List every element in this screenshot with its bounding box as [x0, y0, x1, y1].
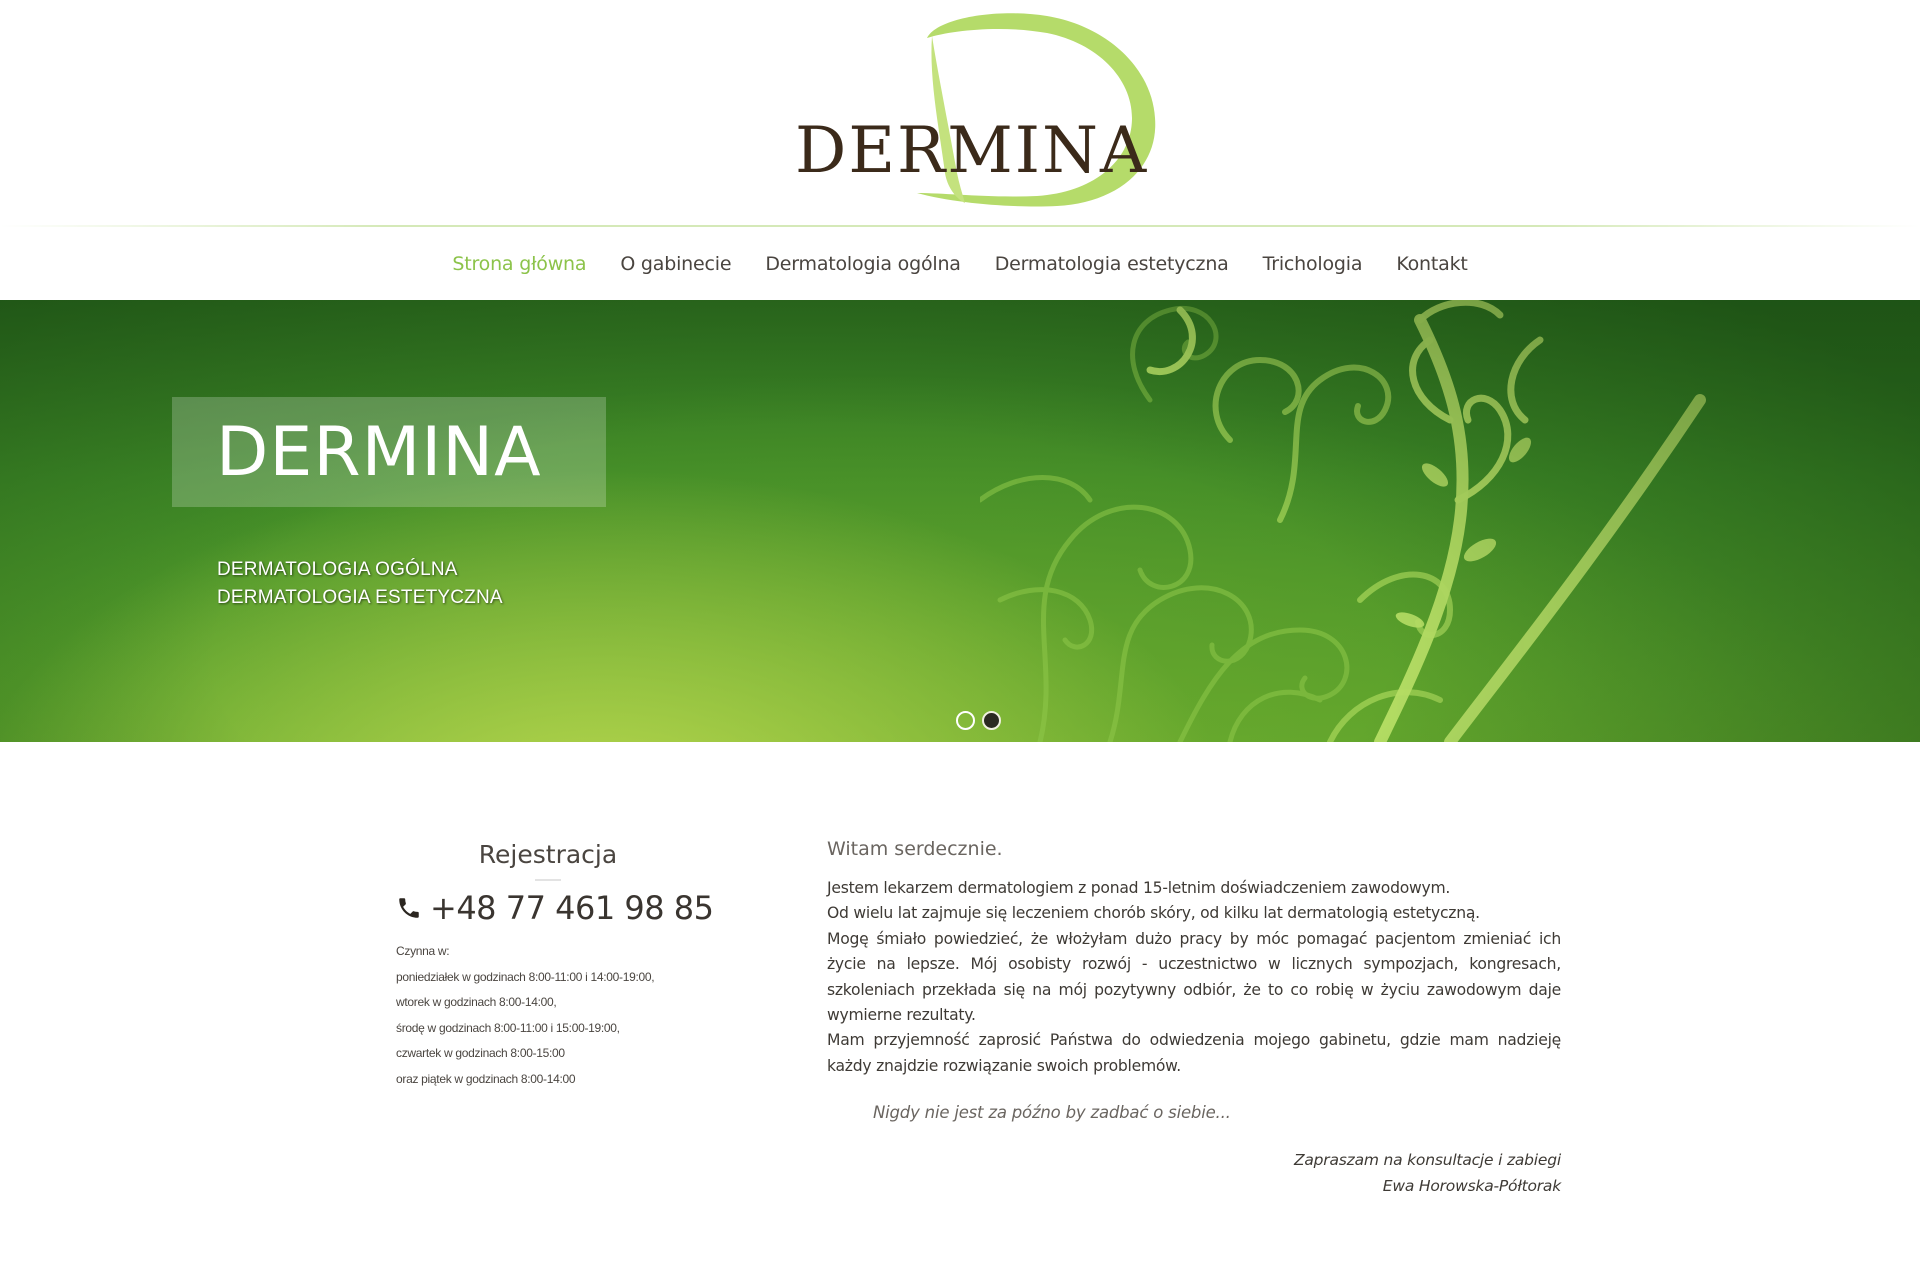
main-nav: Strona główna O gabinecie Dermatologia o… [0, 228, 1920, 300]
header: DERMINA [0, 0, 1920, 227]
hero-title: DERMINA [216, 412, 542, 492]
signature-line: Zapraszam na konsultacje i zabiegi [1293, 1151, 1561, 1170]
welcome-paragraph: Mam przyjemność zaprosić Państwa do odwi… [827, 1031, 1561, 1075]
welcome-paragraph: Mogę śmiało powiedzieć, że włożyłam dużo… [827, 929, 1561, 1025]
opening-hours-line: wtorek w godzinach 8:00-14:00, [396, 995, 557, 1009]
nav-item-dermatologia-estetyczna[interactable]: Dermatologia estetyczna [978, 253, 1246, 275]
registration-title: Rejestracja [478, 840, 618, 869]
logo-text: DERMINA [795, 114, 1148, 188]
nav-item-o-gabinecie[interactable]: O gabinecie [603, 253, 748, 275]
opening-hours-line: czwartek w godzinach 8:00-15:00 [396, 1046, 565, 1060]
welcome-paragraph: Jestem lekarzem dermatologiem z ponad 15… [827, 879, 1451, 897]
nav-item-trichologia[interactable]: Trichologia [1246, 253, 1380, 275]
phone-icon [396, 895, 422, 921]
phone-number[interactable]: +48 77 461 98 85 [430, 889, 714, 927]
opening-hours-line: poniedziałek w godzinach 8:00-11:00 i 14… [396, 969, 655, 984]
motto-quote: Nigdy nie jest za późno by zadbać o sieb… [873, 1103, 1231, 1123]
opening-hours-line: środę w godzinach 8:00-11:00 i 15:00-19:… [396, 1020, 620, 1035]
hero-vignette [0, 300, 1920, 742]
hero-title-box: DERMINA [172, 397, 606, 507]
phone-row: +48 77 461 98 85 [396, 889, 716, 927]
nav-item-dermatologia-ogolna[interactable]: Dermatologia ogólna [748, 253, 977, 275]
hero-subtitle: DERMATOLOGIA OGÓLNA DERMATOLOGIA ESTETYC… [217, 556, 503, 612]
slider-dot-1[interactable] [956, 711, 975, 730]
hero-slider: DERMINA DERMATOLOGIA OGÓLNA DERMATOLOGIA… [0, 300, 1920, 742]
nav-item-kontakt[interactable]: Kontakt [1379, 253, 1484, 275]
hero-subtitle-line: DERMATOLOGIA ESTETYCZNA [217, 587, 503, 608]
hero-subtitle-line: DERMATOLOGIA OGÓLNA [217, 559, 458, 580]
slider-dot-2[interactable] [982, 711, 1001, 730]
welcome-text: Jestem lekarzem dermatologiem z ponad 15… [827, 876, 1561, 1079]
dermina-logo[interactable]: DERMINA [787, 8, 1163, 214]
greeting: Witam serdecznie. [827, 838, 1003, 860]
welcome-paragraph: Od wielu lat zajmuje się leczeniem choró… [827, 904, 1480, 923]
signature: Zapraszam na konsultacje i zabiegi Ewa H… [827, 1148, 1561, 1199]
opening-hours: Czynna w: poniedziałek w godzinach 8:00-… [396, 939, 716, 1092]
registration-title-underline [535, 879, 561, 881]
header-divider [0, 225, 1920, 227]
phone-icon-graphic [399, 898, 419, 918]
opening-hours-line: Czynna w: [396, 944, 450, 958]
signature-author: Ewa Horowska-Półtorak [1382, 1176, 1561, 1195]
logo-graphic: DERMINA [795, 13, 1156, 207]
registration-panel: Rejestracja +48 77 461 98 85 Czynna w: p… [380, 840, 716, 1092]
opening-hours-line: oraz piątek w godzinach 8:00-14:00 [396, 1071, 576, 1086]
nav-item-home[interactable]: Strona główna [435, 253, 603, 275]
slider-pagination [956, 711, 1001, 730]
welcome-content: Witam serdecznie. Jestem lekarzem dermat… [827, 838, 1561, 1199]
